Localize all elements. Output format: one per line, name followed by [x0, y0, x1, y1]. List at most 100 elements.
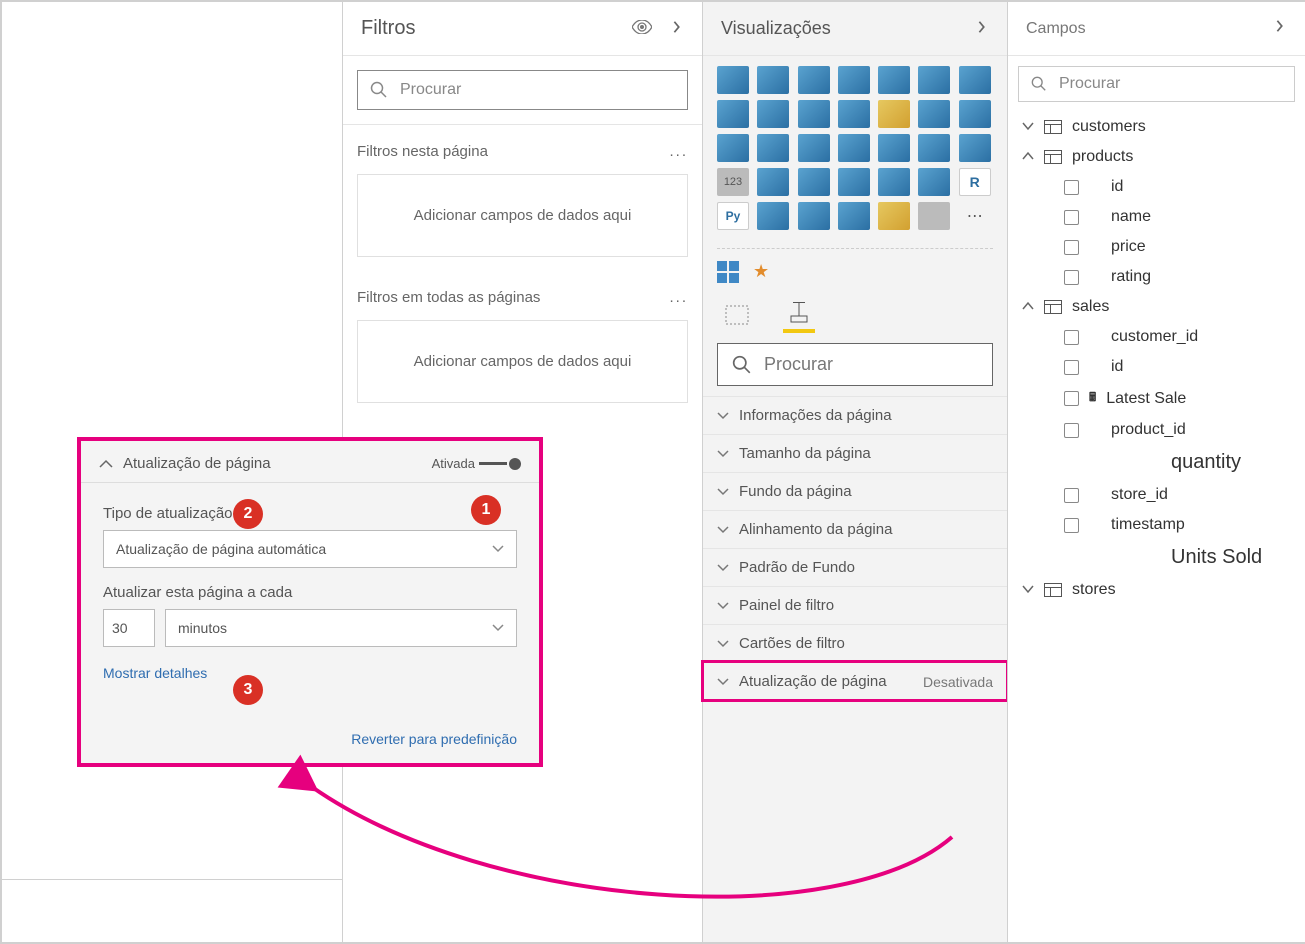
map-icon[interactable] — [878, 134, 910, 162]
format-tab[interactable] — [783, 297, 815, 333]
donut-icon[interactable] — [798, 134, 830, 162]
table-icon[interactable] — [878, 168, 910, 196]
card-icon[interactable]: 123 — [717, 168, 749, 196]
waterfall-icon[interactable] — [918, 100, 950, 128]
slicer-icon[interactable] — [838, 168, 870, 196]
fields-search-placeholder: Procurar — [1059, 75, 1120, 93]
python-visual-icon[interactable]: Py — [717, 202, 749, 230]
collapse-icon[interactable] — [1273, 19, 1287, 38]
qa-icon[interactable] — [838, 202, 870, 230]
refresh-interval-input[interactable]: 30 — [103, 609, 155, 647]
more-visuals-icon[interactable]: ⋯ — [959, 202, 991, 230]
more-icon[interactable]: ... — [669, 143, 688, 160]
pie-icon[interactable] — [757, 134, 789, 162]
show-details-link[interactable]: Mostrar detalhes — [103, 665, 207, 681]
area-chart-icon[interactable] — [717, 100, 749, 128]
kpi-icon[interactable] — [798, 168, 830, 196]
collapse-icon[interactable] — [670, 17, 684, 40]
refresh-unit-select[interactable]: minutos — [165, 609, 517, 647]
line-column-icon[interactable] — [798, 100, 830, 128]
field-name: id — [1111, 358, 1123, 376]
checkbox-icon[interactable] — [1064, 270, 1079, 285]
line-clustered-icon[interactable] — [838, 100, 870, 128]
filters-all-dropzone[interactable]: Adicionar campos de dados aqui — [357, 320, 688, 403]
values-icon[interactable] — [717, 261, 739, 283]
revert-default-link[interactable]: Reverter para predefinição — [351, 731, 517, 747]
field-latest-sale[interactable]: 🖩Latest Sale — [1008, 382, 1305, 415]
clustered-column-icon[interactable] — [838, 66, 870, 94]
field-quantity[interactable]: quantity — [1008, 445, 1305, 480]
more-icon[interactable]: ... — [669, 289, 688, 306]
format-search-placeholder: Procurar — [764, 354, 833, 375]
format-row-fundo-da-p-gina[interactable]: Fundo da página — [703, 472, 1007, 510]
format-row-padr-o-de-fundo[interactable]: Padrão de Fundo — [703, 548, 1007, 586]
checkbox-icon[interactable] — [1064, 391, 1079, 406]
hundred-bar-icon[interactable] — [878, 66, 910, 94]
hundred-column-icon[interactable] — [918, 66, 950, 94]
key-influencers-icon[interactable] — [757, 202, 789, 230]
stacked-area-icon[interactable] — [757, 100, 789, 128]
r-visual-icon[interactable]: R — [959, 168, 991, 196]
stacked-bar-icon[interactable] — [717, 66, 749, 94]
field-rating[interactable]: rating — [1008, 262, 1305, 292]
treemap-icon[interactable] — [838, 134, 870, 162]
format-row-informa-es-da-p-gina[interactable]: Informações da página — [703, 396, 1007, 434]
refresh-type-select[interactable]: Atualização de página automática — [103, 530, 517, 568]
matrix-icon[interactable] — [918, 168, 950, 196]
field-name[interactable]: name — [1008, 202, 1305, 232]
checkbox-icon[interactable] — [1064, 210, 1079, 225]
star-icon[interactable]: ★ — [753, 261, 769, 283]
checkbox-icon[interactable] — [1064, 360, 1079, 375]
filters-search-input[interactable]: Procurar — [357, 70, 688, 110]
fields-tab[interactable] — [721, 297, 753, 333]
format-row-alinhamento-da-p-gina[interactable]: Alinhamento da página — [703, 510, 1007, 548]
ribbon-chart-icon[interactable] — [878, 100, 910, 128]
format-row-tamanho-da-p-gina[interactable]: Tamanho da página — [703, 434, 1007, 472]
powerapps-icon[interactable] — [918, 202, 950, 230]
format-row-cart-es-de-filtro[interactable]: Cartões de filtro — [703, 624, 1007, 662]
field-price[interactable]: price — [1008, 232, 1305, 262]
filters-page-dropzone[interactable]: Adicionar campos de dados aqui — [357, 174, 688, 257]
checkbox-icon[interactable] — [1064, 423, 1079, 438]
field-timestamp[interactable]: timestamp — [1008, 510, 1305, 540]
funnel-icon[interactable] — [959, 100, 991, 128]
filters-page-label: Filtros nesta página — [357, 143, 488, 160]
table-stores[interactable]: stores — [1008, 575, 1305, 605]
checkbox-icon[interactable] — [1064, 488, 1079, 503]
field-store-id[interactable]: store_id — [1008, 480, 1305, 510]
field-id[interactable]: id — [1008, 172, 1305, 202]
checkbox-icon[interactable] — [1064, 518, 1079, 533]
checkbox-icon[interactable] — [1064, 330, 1079, 345]
field-name: quantity — [1111, 451, 1241, 474]
arcgis-icon[interactable] — [878, 202, 910, 230]
field-id[interactable]: id — [1008, 352, 1305, 382]
checkbox-icon[interactable] — [1064, 180, 1079, 195]
fields-title: Campos — [1026, 20, 1273, 38]
field-product-id[interactable]: product_id — [1008, 415, 1305, 445]
checkbox-icon[interactable] — [1064, 240, 1079, 255]
field-customer-id[interactable]: customer_id — [1008, 322, 1305, 352]
table-sales[interactable]: sales — [1008, 292, 1305, 322]
filled-map-icon[interactable] — [918, 134, 950, 162]
multi-card-icon[interactable] — [757, 168, 789, 196]
format-row-atualiza-o-de-p-gina[interactable]: Atualização de páginaDesativada — [703, 662, 1007, 700]
collapse-icon[interactable] — [975, 18, 989, 39]
callout-header[interactable]: Atualização de página Ativada — [81, 441, 539, 482]
stacked-column-icon[interactable] — [798, 66, 830, 94]
decomposition-icon[interactable] — [798, 202, 830, 230]
table-products[interactable]: products — [1008, 142, 1305, 172]
line-chart-icon[interactable] — [959, 66, 991, 94]
table-customers[interactable]: customers — [1008, 112, 1305, 142]
format-row-painel-de-filtro[interactable]: Painel de filtro — [703, 586, 1007, 624]
fields-search-input[interactable]: Procurar — [1018, 66, 1295, 102]
scatter-icon[interactable] — [717, 134, 749, 162]
page-refresh-toggle[interactable] — [479, 458, 521, 470]
table-name: stores — [1072, 581, 1116, 599]
field-units-sold[interactable]: Units Sold — [1008, 540, 1305, 575]
visibility-icon[interactable] — [632, 17, 652, 40]
gauge-icon[interactable] — [959, 134, 991, 162]
clustered-bar-icon[interactable] — [757, 66, 789, 94]
field-name: rating — [1111, 268, 1151, 286]
filters-all-label: Filtros em todas as páginas — [357, 289, 540, 306]
format-search-input[interactable]: Procurar — [717, 343, 993, 386]
